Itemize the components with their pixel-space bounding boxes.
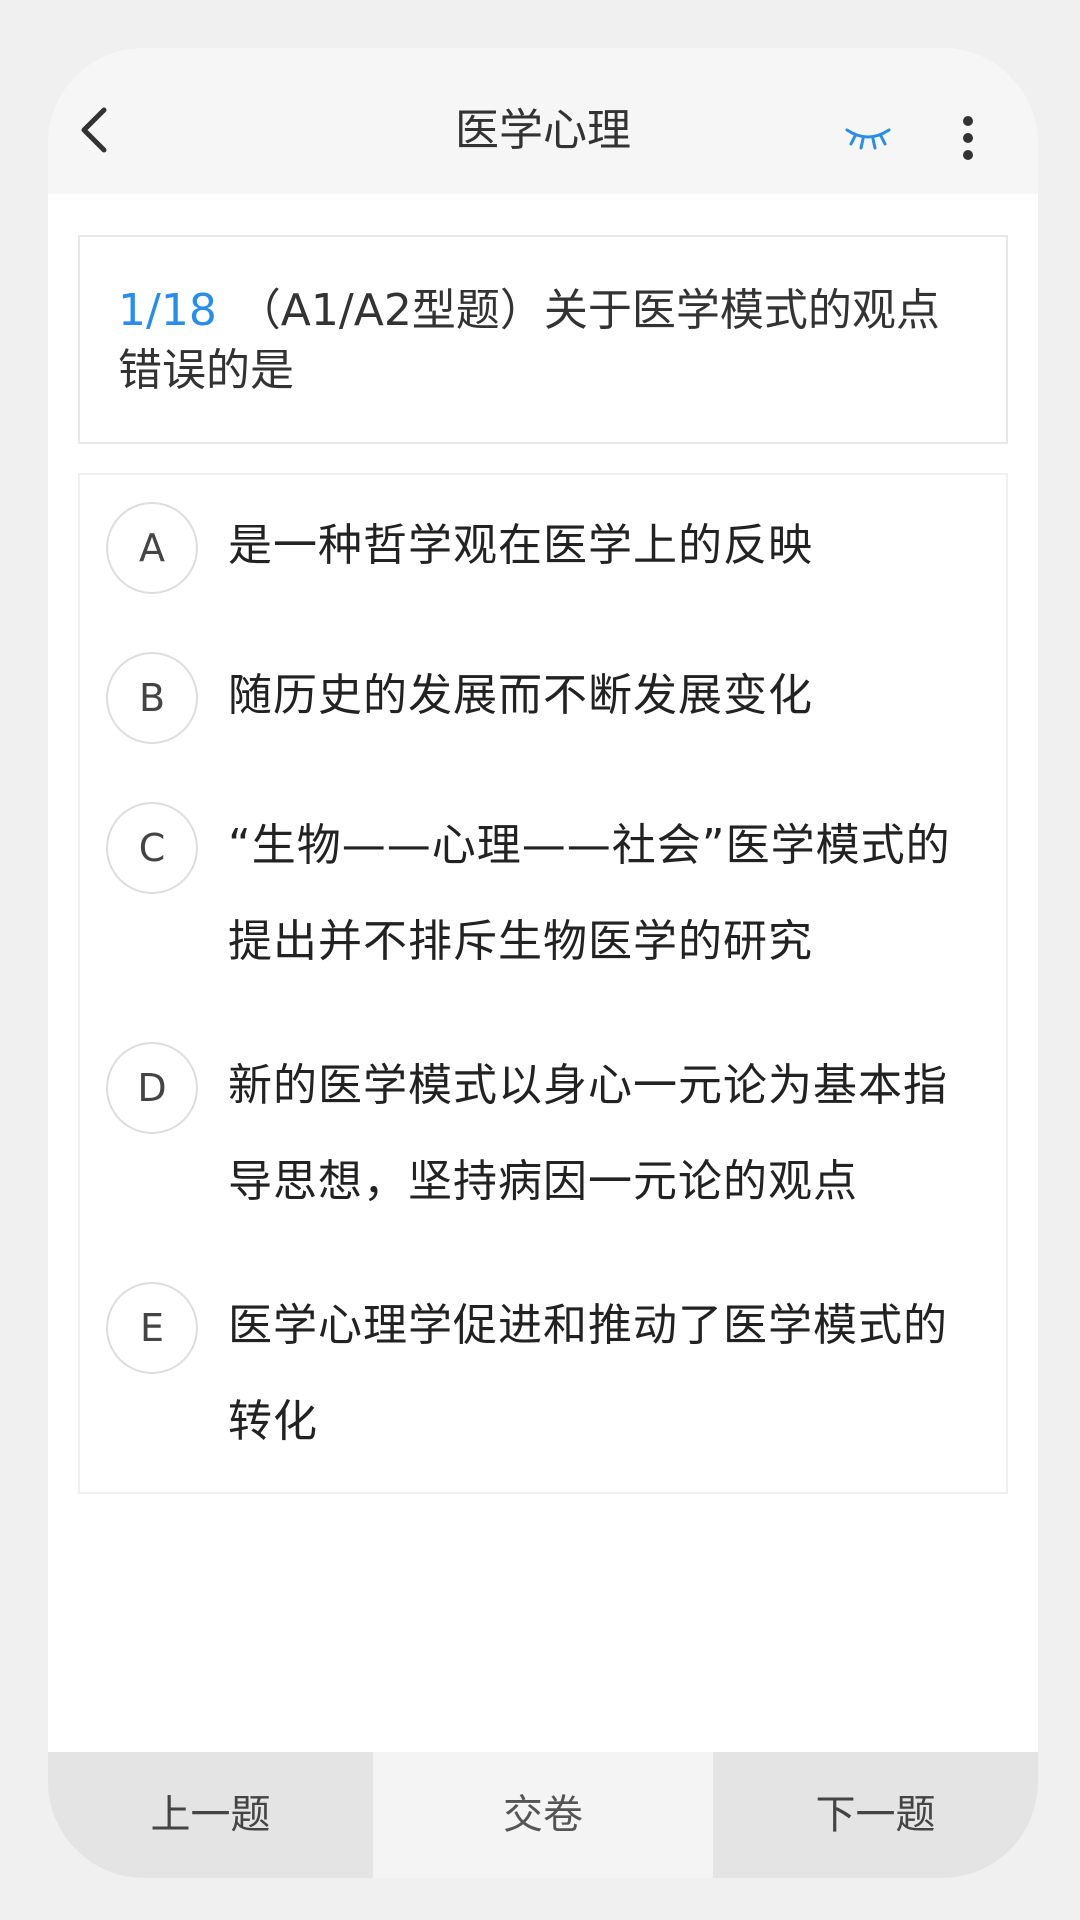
app-screen: 医学心理 1/18 （A1/A2型题）关于医学模式的观点错误的是 A 是一种哲学…: [48, 48, 1038, 1878]
option-letter: E: [106, 1282, 198, 1374]
option-text: 医学心理学促进和推动了医学模式的转化: [228, 1300, 948, 1447]
back-button[interactable]: [70, 100, 118, 160]
option-text: “生物——心理——社会”医学模式的提出并不排斥生物医学的研究: [228, 820, 951, 967]
more-vertical-icon: [963, 116, 973, 160]
option-text: 新的医学模式以身心一元论为基本指导思想，坚持病因一元论的观点: [228, 1060, 948, 1207]
question-card: 1/18 （A1/A2型题）关于医学模式的观点错误的是: [78, 235, 1008, 444]
submit-exam-button[interactable]: 交卷: [373, 1752, 713, 1878]
next-question-button[interactable]: 下一题: [713, 1752, 1038, 1878]
eye-closed-icon: [845, 128, 891, 150]
option-letter: B: [106, 652, 198, 744]
chevron-left-icon: [81, 107, 107, 153]
option-letter: C: [106, 802, 198, 894]
question-text: （A1/A2型题）关于医学模式的观点错误的是: [118, 285, 940, 396]
question-stem: 1/18 （A1/A2型题）关于医学模式的观点错误的是: [118, 281, 968, 401]
options-list: A 是一种哲学观在医学上的反映 B 随历史的发展而不断发展变化 C “生物——心…: [78, 473, 1008, 1494]
question-index: 1/18: [118, 285, 217, 336]
hide-answer-button[interactable]: [836, 118, 900, 158]
bottom-nav-bar: 上一题 交卷 下一题: [48, 1752, 1038, 1878]
option-text: 是一种哲学观在医学上的反映: [228, 520, 813, 571]
option-letter: D: [106, 1042, 198, 1134]
header-bar: 医学心理: [48, 48, 1038, 194]
option-letter: A: [106, 502, 198, 594]
more-options-button[interactable]: [950, 106, 986, 170]
prev-question-button[interactable]: 上一题: [48, 1752, 373, 1878]
option-text: 随历史的发展而不断发展变化: [228, 670, 813, 721]
